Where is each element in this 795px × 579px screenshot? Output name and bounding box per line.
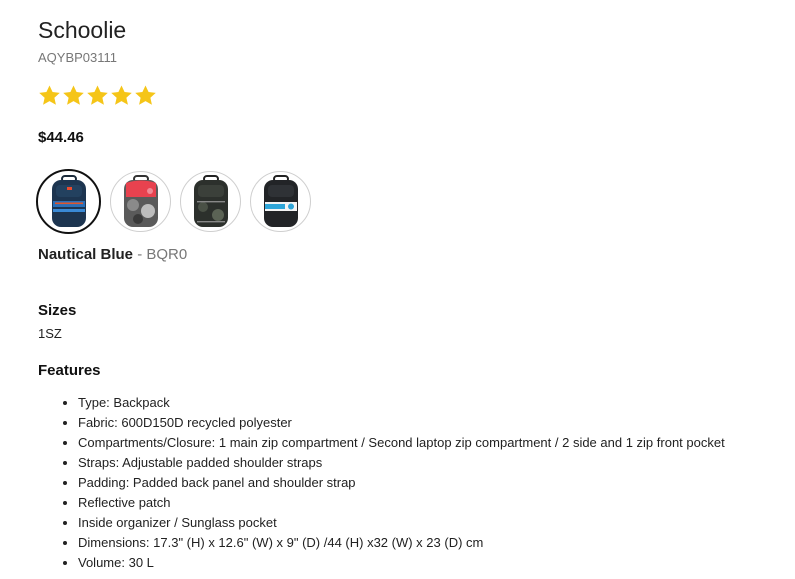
feature-item: Fabric: 600D150D recycled polyester bbox=[78, 413, 795, 433]
color-swatches bbox=[36, 169, 311, 234]
feature-item: Dimensions: 17.3" (H) x 12.6" (W) x 9" (… bbox=[78, 533, 795, 553]
product-sku: AQYBP03111 bbox=[38, 50, 118, 65]
selected-color: Nautical Blue - BQR0 bbox=[38, 246, 187, 263]
features-list: Type: Backpack Fabric: 600D150D recycled… bbox=[58, 393, 795, 573]
feature-item: Compartments/Closure: 1 main zip compart… bbox=[78, 433, 795, 453]
size-value: 1SZ bbox=[38, 326, 62, 341]
feature-item: Padding: Padded back panel and shoulder … bbox=[78, 473, 795, 493]
backpack-black-blue-stripe-image bbox=[263, 174, 298, 227]
star-icon bbox=[135, 85, 156, 105]
feature-item: Inside organizer / Sunglass pocket bbox=[78, 513, 795, 533]
star-icon bbox=[39, 85, 60, 105]
swatch-nautical-blue[interactable] bbox=[36, 169, 101, 234]
product-price: $44.46 bbox=[38, 129, 84, 146]
backpack-nautical-blue-image bbox=[51, 174, 86, 227]
star-icon bbox=[63, 85, 84, 105]
swatch-red-camo[interactable] bbox=[110, 171, 171, 232]
product-title: Schoolie bbox=[38, 17, 127, 43]
star-icon bbox=[111, 85, 132, 105]
feature-item: Volume: 30 L bbox=[78, 553, 795, 573]
star-icon bbox=[87, 85, 108, 105]
feature-item: Reflective patch bbox=[78, 493, 795, 513]
color-name: Nautical Blue bbox=[38, 246, 134, 263]
backpack-red-camo-image bbox=[123, 174, 158, 227]
color-separator: - bbox=[137, 246, 143, 263]
feature-item: Type: Backpack bbox=[78, 393, 795, 413]
swatch-black-blue-stripe[interactable] bbox=[250, 171, 311, 232]
backpack-dark-camo-image bbox=[193, 174, 228, 227]
sizes-heading: Sizes bbox=[38, 302, 77, 319]
features-heading: Features bbox=[38, 362, 101, 379]
rating-stars bbox=[38, 84, 157, 107]
swatch-dark-camo[interactable] bbox=[180, 171, 241, 232]
feature-item: Straps: Adjustable padded shoulder strap… bbox=[78, 453, 795, 473]
color-code: BQR0 bbox=[146, 246, 188, 263]
